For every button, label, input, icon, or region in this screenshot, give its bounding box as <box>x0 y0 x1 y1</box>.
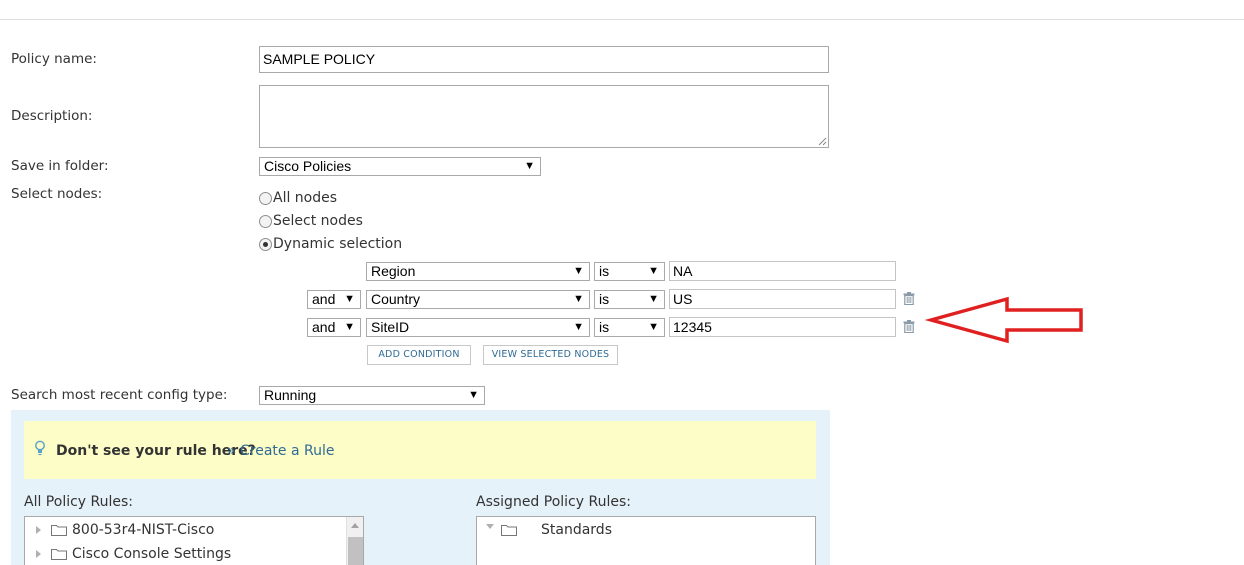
dropdown-arrow-icon: ▼ <box>524 160 535 172</box>
condition-connector-value: and <box>312 291 336 307</box>
trash-icon[interactable] <box>903 320 915 333</box>
config-type-select[interactable]: Running ▼ <box>259 386 485 405</box>
condition-field-select[interactable]: SiteID ▼ <box>366 318 590 337</box>
dropdown-arrow-icon: ▼ <box>573 265 584 277</box>
folder-icon <box>51 525 67 536</box>
folder-select[interactable]: Cisco Policies ▼ <box>259 157 541 176</box>
policy-name-input[interactable]: SAMPLE POLICY <box>259 46 829 73</box>
dropdown-arrow-icon: ▼ <box>468 389 479 401</box>
radio-select-nodes[interactable]: Select nodes <box>259 213 363 229</box>
list-item-label: Standards <box>541 522 612 538</box>
all-policy-rules-list[interactable]: 800-53r4-NIST-Cisco Cisco Console Settin… <box>24 516 364 565</box>
description-label: Description: <box>11 108 93 124</box>
condition-value-input[interactable]: US <box>669 289 896 309</box>
lightbulb-icon <box>35 440 45 456</box>
header-divider <box>0 19 1244 20</box>
folder-label: Save in folder: <box>11 158 109 174</box>
condition-connector-select[interactable]: and ▼ <box>307 318 361 337</box>
description-textarea[interactable] <box>259 85 829 148</box>
dropdown-arrow-icon: ▼ <box>648 293 659 305</box>
select-nodes-label: Select nodes: <box>11 186 103 202</box>
radio-all-nodes-label: All nodes <box>273 190 338 206</box>
expand-arrow-icon[interactable] <box>35 549 43 559</box>
view-selected-nodes-button[interactable]: VIEW SELECTED NODES <box>483 345 618 365</box>
assigned-policy-rules-label: Assigned Policy Rules: <box>476 494 631 510</box>
config-type-value: Running <box>264 387 317 403</box>
condition-operator-select[interactable]: is ▼ <box>594 262 665 281</box>
folder-icon <box>501 525 517 536</box>
list-item[interactable]: 800-53r4-NIST-Cisco <box>35 522 214 538</box>
radio-select-nodes-label: Select nodes <box>273 213 363 229</box>
radio-all-nodes-circle[interactable] <box>259 191 272 205</box>
condition-operator-value: is <box>599 319 610 335</box>
list-item[interactable]: Standards <box>485 522 612 538</box>
condition-operator-select[interactable]: is ▼ <box>594 318 665 337</box>
create-rule-link[interactable]: » Create a Rule <box>227 443 335 459</box>
radio-select-nodes-circle[interactable] <box>259 214 272 228</box>
condition-field-value: SiteID <box>371 319 410 335</box>
red-arrow-icon <box>925 296 1083 344</box>
scroll-up-icon[interactable] <box>351 523 359 528</box>
dropdown-arrow-icon: ▼ <box>344 321 355 333</box>
radio-dynamic-selection-label: Dynamic selection <box>273 236 403 252</box>
policy-name-label: Policy name: <box>11 51 97 67</box>
dropdown-arrow-icon: ▼ <box>573 293 584 305</box>
list-item[interactable]: Cisco Console Settings <box>35 546 231 562</box>
trash-icon[interactable] <box>903 292 915 305</box>
list-item-label: 800-53r4-NIST-Cisco <box>72 522 215 538</box>
list-item-label: Cisco Console Settings <box>72 546 232 562</box>
condition-connector-select[interactable]: and ▼ <box>307 290 361 309</box>
hint-text: Don't see your rule here? <box>56 443 256 459</box>
condition-field-value: Region <box>371 263 416 279</box>
condition-value-input[interactable]: 12345 <box>669 317 896 337</box>
condition-operator-select[interactable]: is ▼ <box>594 290 665 309</box>
assigned-policy-rules-list[interactable]: Standards <box>476 516 816 565</box>
condition-field-select[interactable]: Region ▼ <box>366 262 590 281</box>
folder-select-value: Cisco Policies <box>264 158 352 174</box>
dropdown-arrow-icon: ▼ <box>648 321 659 333</box>
add-condition-button[interactable]: ADD CONDITION <box>367 345 471 365</box>
scroll-thumb[interactable] <box>348 537 363 565</box>
radio-dynamic-selection-circle[interactable] <box>259 237 272 251</box>
dropdown-arrow-icon: ▼ <box>648 265 659 277</box>
condition-value-input[interactable]: NA <box>669 261 896 281</box>
dropdown-arrow-icon: ▼ <box>573 321 584 333</box>
condition-connector-value: and <box>312 319 336 335</box>
condition-operator-value: is <box>599 291 610 307</box>
folder-icon <box>51 549 67 560</box>
expand-arrow-icon[interactable] <box>35 525 43 535</box>
all-policy-rules-label: All Policy Rules: <box>24 494 134 510</box>
condition-field-value: Country <box>371 291 421 307</box>
radio-all-nodes[interactable]: All nodes <box>259 190 337 206</box>
dropdown-arrow-icon: ▼ <box>344 293 355 305</box>
radio-dynamic-selection[interactable]: Dynamic selection <box>259 236 402 252</box>
condition-field-select[interactable]: Country ▼ <box>366 290 590 309</box>
collapse-arrow-icon[interactable] <box>485 523 495 531</box>
scrollbar[interactable] <box>346 517 363 565</box>
config-type-label: Search most recent config type: <box>11 387 228 403</box>
resize-handle-icon[interactable] <box>818 137 827 146</box>
condition-operator-value: is <box>599 263 610 279</box>
